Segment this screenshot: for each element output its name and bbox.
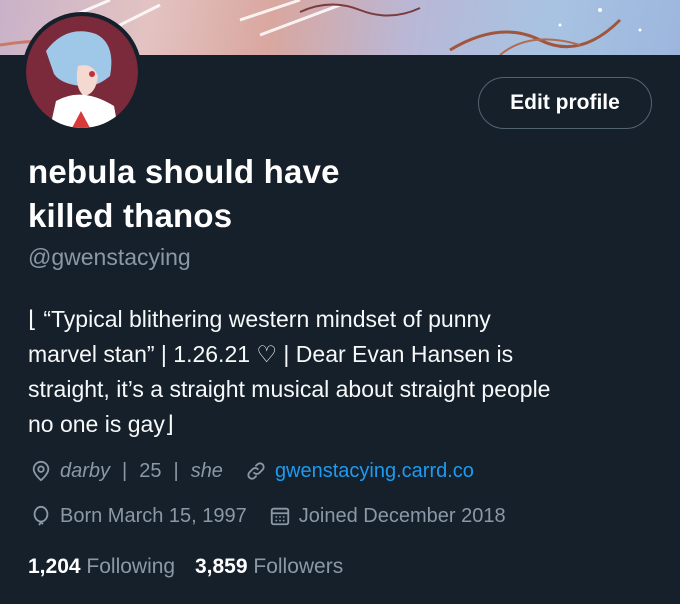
- joined-date: Joined December 2018: [298, 504, 506, 527]
- avatar-image: [26, 16, 138, 128]
- separator: |: [122, 459, 128, 482]
- edit-profile-button[interactable]: Edit profile: [478, 77, 652, 129]
- age-text: 25: [139, 459, 162, 482]
- bio-line: no one is gay⌋: [28, 411, 174, 437]
- location-text: darby: [60, 459, 111, 482]
- display-name-line: nebula should have: [28, 153, 340, 190]
- following-label: Following: [86, 555, 176, 578]
- avatar[interactable]: [22, 12, 142, 132]
- separator: |: [173, 459, 179, 482]
- followers-count: 3,859: [194, 555, 248, 578]
- link-chain-icon: [243, 458, 269, 484]
- following-count: 1,204: [28, 555, 81, 578]
- profile-meta-row: darby | 25 | she gwenstacying.carrd.co: [28, 458, 474, 484]
- birth-date: Born March 15, 1997: [60, 504, 247, 527]
- bio-line: straight, it’s a straight musical about …: [28, 376, 551, 402]
- balloon-icon: [28, 503, 54, 529]
- bio-line: marvel stan” | 1.26.21 ♡ | Dear Evan Han…: [28, 341, 514, 367]
- following-link[interactable]: 1,204 Following: [28, 555, 181, 578]
- calendar-icon: [267, 503, 293, 529]
- followers-label: Followers: [253, 555, 344, 578]
- follow-stats: 1,204 Following 3,859 Followers: [28, 555, 357, 579]
- website-link[interactable]: gwenstacying.carrd.co: [275, 460, 474, 483]
- profile-meta-row: Born March 15, 1997 Joined December 2018: [28, 503, 506, 529]
- pronoun-text: she: [190, 459, 223, 482]
- location-pin-icon: [28, 458, 54, 484]
- display-name-line: killed thanos: [28, 197, 233, 234]
- user-handle: @gwenstacying: [28, 244, 191, 270]
- bio-line: ⌊ “Typical blithering western mindset of…: [28, 306, 491, 332]
- bio: ⌊ “Typical blithering western mindset of…: [28, 302, 658, 442]
- display-name: nebula should have killed thanos: [28, 150, 488, 238]
- followers-link[interactable]: 3,859 Followers: [195, 555, 343, 578]
